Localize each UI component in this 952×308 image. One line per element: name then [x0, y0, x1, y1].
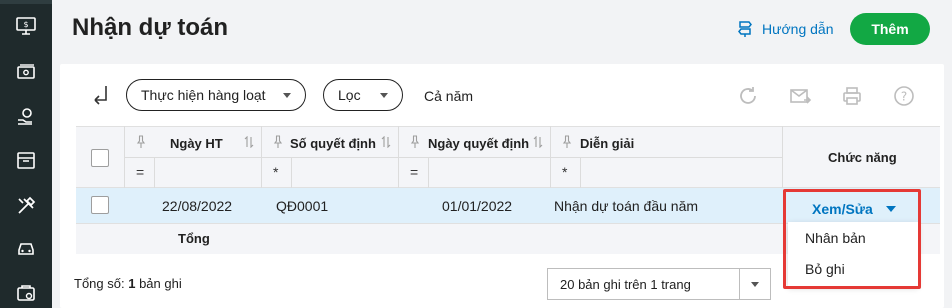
col-header-chuc-nang: Chức năng	[828, 150, 897, 165]
chevron-down-icon	[751, 282, 759, 287]
mail-icon[interactable]	[788, 84, 812, 108]
sidebar-item-dashboard[interactable]: $	[0, 4, 52, 48]
back-arrow-icon[interactable]	[92, 84, 112, 110]
page-size-select[interactable]: 20 bản ghi trên 1 trang	[547, 268, 771, 300]
record-count-prefix: Tổng số:	[74, 276, 125, 291]
cell-ngay-ht: 22/08/2022	[162, 198, 233, 214]
col-header-ngay-ht[interactable]: Ngày HT	[170, 136, 223, 151]
pin-icon[interactable]	[562, 135, 572, 149]
cell-so-quyet-dinh: QĐ0001	[276, 198, 329, 214]
chevron-down-icon	[380, 92, 388, 98]
page-title: Nhận dự toán	[72, 14, 229, 41]
col-header-so-quyet-dinh[interactable]: Số quyết định	[290, 136, 376, 151]
svg-text:$: $	[23, 20, 28, 29]
record-count-suffix: bản ghi	[139, 276, 182, 291]
sidebar-item-cash[interactable]	[0, 50, 52, 94]
sidebar-item-wallet[interactable]	[0, 271, 52, 308]
sidebar-item-funds[interactable]	[0, 95, 52, 139]
filter-op-ngay-ht[interactable]: =	[136, 164, 144, 180]
filter-op-so-quyet-dinh[interactable]: *	[273, 164, 278, 180]
calendar-box-icon	[17, 152, 35, 169]
sidebar: $	[0, 0, 52, 308]
total-label: Tổng	[178, 231, 210, 246]
filter-dropdown[interactable]: Lọc	[323, 79, 403, 111]
svg-text:?: ?	[901, 90, 907, 104]
filter-op-ngay-quyet-dinh[interactable]: =	[410, 164, 418, 180]
sidebar-item-assets[interactable]	[0, 225, 52, 269]
guide-link[interactable]: Hướng dẫn	[736, 20, 833, 38]
batch-actions-label: Thực hiện hàng loạt	[141, 87, 266, 103]
cell-ngay-quyet-dinh: 01/01/2022	[442, 198, 513, 214]
batch-actions-dropdown[interactable]: Thực hiện hàng loạt	[126, 79, 306, 111]
sidebar-item-catalog[interactable]	[0, 138, 52, 182]
sort-icon[interactable]	[244, 136, 254, 148]
record-count: Tổng số: 1 bản ghi	[74, 276, 182, 291]
sort-icon[interactable]	[381, 136, 391, 148]
help-icon[interactable]: ?	[892, 84, 916, 108]
col-header-ngay-quyet-dinh[interactable]: Ngày quyết định	[428, 136, 529, 151]
cash-icon	[17, 64, 35, 79]
pin-icon[interactable]	[410, 135, 420, 149]
record-count-value: 1	[128, 276, 136, 291]
guide-label: Hướng dẫn	[762, 21, 834, 37]
print-icon[interactable]	[840, 84, 864, 108]
highlight-box	[783, 189, 921, 289]
hand-coin-icon	[18, 108, 32, 125]
filter-label: Lọc	[338, 87, 361, 103]
monitor-dollar-icon: $	[16, 17, 36, 35]
filter-op-dien-giai[interactable]: *	[562, 164, 567, 180]
tools-icon	[18, 196, 36, 214]
cell-dien-giai: Nhận dự toán đầu năm	[554, 198, 699, 214]
pin-icon[interactable]	[136, 135, 146, 149]
refresh-icon[interactable]	[736, 84, 760, 108]
chevron-down-icon	[283, 92, 291, 98]
sidebar-item-tools[interactable]	[0, 184, 52, 228]
signpost-icon	[738, 21, 752, 37]
col-header-dien-giai[interactable]: Diễn giải	[580, 136, 634, 151]
wallet-icon	[17, 285, 35, 301]
add-button[interactable]: Thêm	[850, 13, 930, 45]
period-label: Cả năm	[424, 88, 474, 104]
page-size-label: 20 bản ghi trên 1 trang	[560, 276, 691, 292]
select-all-checkbox[interactable]	[91, 149, 109, 167]
pin-icon[interactable]	[273, 135, 283, 149]
car-icon	[18, 243, 34, 255]
row-checkbox[interactable]	[91, 196, 109, 214]
sort-icon[interactable]	[533, 136, 543, 148]
